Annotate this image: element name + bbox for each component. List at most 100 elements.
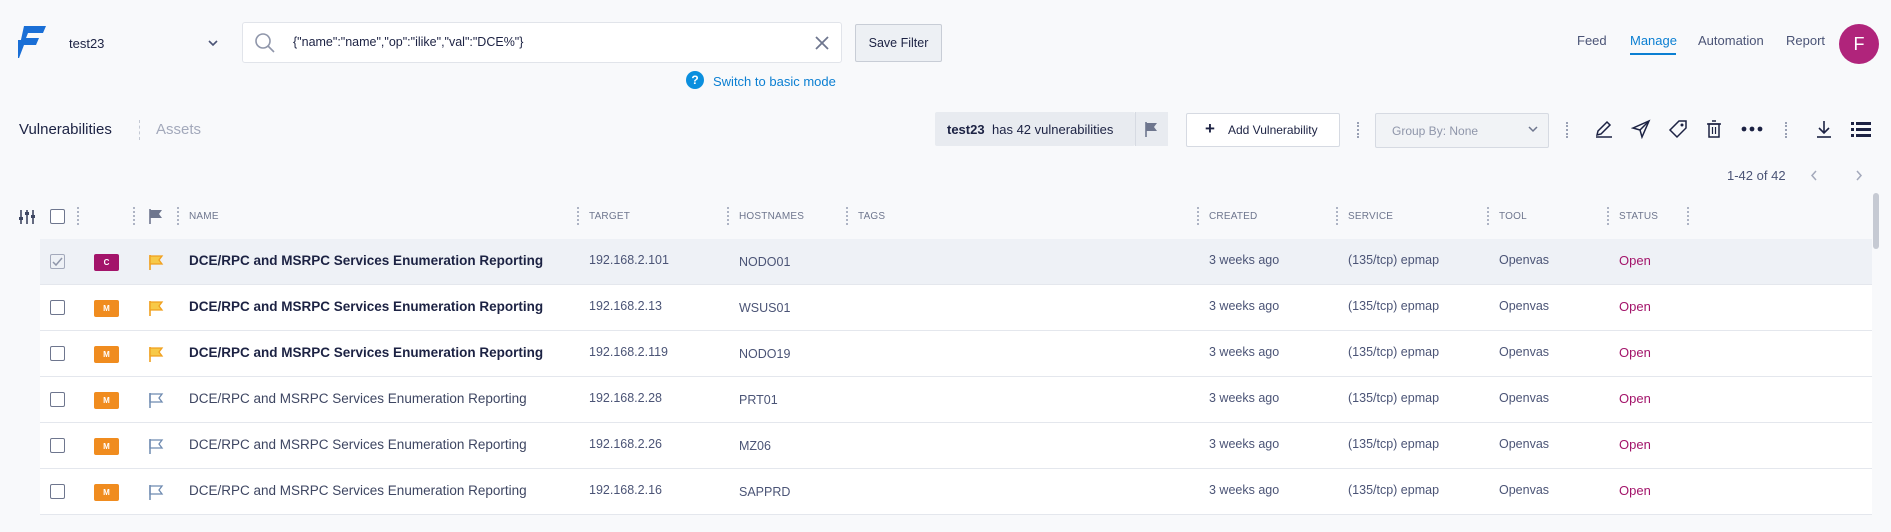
flag-header-icon[interactable] (147, 208, 164, 225)
column-resizer[interactable] (577, 207, 579, 225)
vuln-name[interactable]: DCE/RPC and MSRPC Services Enumeration R… (189, 391, 527, 406)
download-icon[interactable] (1814, 119, 1834, 139)
target-cell: 192.168.2.101 (589, 253, 669, 267)
row-checkbox[interactable] (50, 484, 65, 499)
vuln-name[interactable]: DCE/RPC and MSRPC Services Enumeration R… (189, 437, 527, 452)
severity-badge[interactable]: C (94, 254, 119, 271)
hostname-cell: MZ06 (739, 439, 771, 453)
row-checkbox[interactable] (50, 346, 65, 361)
header-hostnames[interactable]: HOSTNAMES (739, 211, 804, 222)
header-status[interactable]: STATUS (1619, 211, 1658, 222)
filter-query-text[interactable]: {"name":"name","op":"ilike","val":"DCE%"… (293, 35, 523, 49)
workspace-selector-label[interactable]: test23 (69, 36, 104, 51)
row-checkbox[interactable] (50, 392, 65, 407)
flag-icon[interactable] (147, 254, 164, 271)
flag-icon[interactable] (147, 484, 164, 501)
flag-icon[interactable] (147, 392, 164, 409)
chevron-right-icon[interactable] (1853, 169, 1865, 182)
chevron-left-icon[interactable] (1808, 169, 1820, 182)
vuln-name[interactable]: DCE/RPC and MSRPC Services Enumeration R… (189, 299, 543, 314)
column-resizer[interactable] (846, 207, 848, 225)
header-target[interactable]: TARGET (589, 211, 630, 222)
header-tool[interactable]: TOOL (1499, 211, 1527, 222)
status-cell[interactable]: Open (1619, 483, 1651, 498)
column-settings-icon[interactable] (18, 208, 38, 226)
send-icon[interactable] (1631, 119, 1651, 139)
status-cell[interactable]: Open (1619, 437, 1651, 452)
flag-icon[interactable] (1143, 121, 1160, 138)
vuln-count-text: has 42 vulnerabilities (992, 122, 1114, 137)
vuln-name[interactable]: DCE/RPC and MSRPC Services Enumeration R… (189, 345, 543, 360)
switch-basic-mode-link[interactable]: Switch to basic mode (713, 74, 836, 89)
chevron-down-icon[interactable] (1527, 124, 1539, 134)
column-resizer[interactable] (1687, 207, 1689, 225)
created-cell: 3 weeks ago (1209, 437, 1280, 451)
target-cell: 192.168.2.16 (589, 483, 662, 497)
select-all-checkbox[interactable] (50, 209, 65, 224)
column-resizer[interactable] (77, 207, 79, 225)
row-checkbox[interactable] (50, 300, 65, 315)
row-checkbox[interactable] (50, 438, 65, 453)
column-resizer[interactable] (1487, 207, 1489, 225)
user-avatar[interactable]: F (1839, 24, 1879, 64)
status-cell[interactable]: Open (1619, 253, 1651, 268)
save-filter-button[interactable]: Save Filter (855, 24, 942, 62)
header-service[interactable]: SERVICE (1348, 211, 1393, 222)
toolbar-separator (1785, 122, 1787, 138)
hostname-cell: WSUS01 (739, 301, 791, 315)
nav-active-underline (1630, 53, 1676, 55)
severity-badge[interactable]: M (94, 392, 119, 409)
severity-badge[interactable]: M (94, 346, 119, 363)
severity-badge[interactable]: M (94, 300, 119, 317)
severity-badge[interactable]: M (94, 438, 119, 455)
severity-badge[interactable]: M (94, 484, 119, 501)
tool-cell: Openvas (1499, 391, 1550, 405)
nav-report[interactable]: Report (1786, 33, 1825, 48)
nav-manage[interactable]: Manage (1630, 33, 1677, 48)
more-icon[interactable] (1741, 119, 1763, 139)
scrollbar-thumb[interactable] (1873, 193, 1879, 249)
column-resizer[interactable] (1607, 207, 1609, 225)
header-name[interactable]: NAME (189, 211, 219, 222)
tool-cell: Openvas (1499, 253, 1550, 267)
chevron-down-icon[interactable] (206, 38, 220, 48)
service-cell: (135/tcp) epmap (1348, 299, 1440, 313)
status-cell[interactable]: Open (1619, 391, 1651, 406)
status-cell[interactable]: Open (1619, 345, 1651, 360)
header-tags[interactable]: TAGS (858, 211, 885, 222)
tab-vulnerabilities[interactable]: Vulnerabilities (19, 121, 112, 138)
column-resizer[interactable] (1336, 207, 1338, 225)
vuln-name[interactable]: DCE/RPC and MSRPC Services Enumeration R… (189, 483, 527, 498)
tab-assets[interactable]: Assets (156, 121, 201, 138)
edit-icon[interactable] (1594, 119, 1614, 139)
tool-cell: Openvas (1499, 483, 1550, 497)
add-vulnerability-label[interactable]: Add Vulnerability (1228, 123, 1318, 137)
help-icon[interactable]: ? (686, 71, 704, 89)
created-cell: 3 weeks ago (1209, 253, 1280, 267)
faraday-logo[interactable] (18, 26, 46, 58)
flag-icon[interactable] (147, 300, 164, 317)
tag-icon[interactable] (1668, 119, 1688, 139)
plus-icon[interactable]: + (1205, 120, 1215, 137)
row-checkbox[interactable] (50, 254, 65, 269)
column-resizer[interactable] (727, 207, 729, 225)
nav-automation[interactable]: Automation (1698, 33, 1764, 48)
header-created[interactable]: CREATED (1209, 211, 1257, 222)
group-by-value[interactable]: Group By: None (1392, 124, 1478, 138)
list-view-icon[interactable] (1850, 119, 1871, 139)
vuln-count-workspace: test23 (947, 122, 985, 137)
flag-icon[interactable] (147, 346, 164, 363)
toolbar-separator (1357, 122, 1359, 138)
service-cell: (135/tcp) epmap (1348, 253, 1440, 267)
tab-divider (139, 120, 140, 140)
column-resizer[interactable] (1197, 207, 1199, 225)
vuln-name[interactable]: DCE/RPC and MSRPC Services Enumeration R… (189, 253, 543, 268)
nav-feed[interactable]: Feed (1577, 33, 1607, 48)
flag-icon[interactable] (147, 438, 164, 455)
close-icon[interactable] (814, 35, 830, 51)
trash-icon[interactable] (1704, 119, 1724, 139)
status-cell[interactable]: Open (1619, 299, 1651, 314)
column-resizer[interactable] (177, 207, 179, 225)
column-resizer[interactable] (133, 207, 135, 225)
hostname-cell: NODO01 (739, 255, 791, 269)
